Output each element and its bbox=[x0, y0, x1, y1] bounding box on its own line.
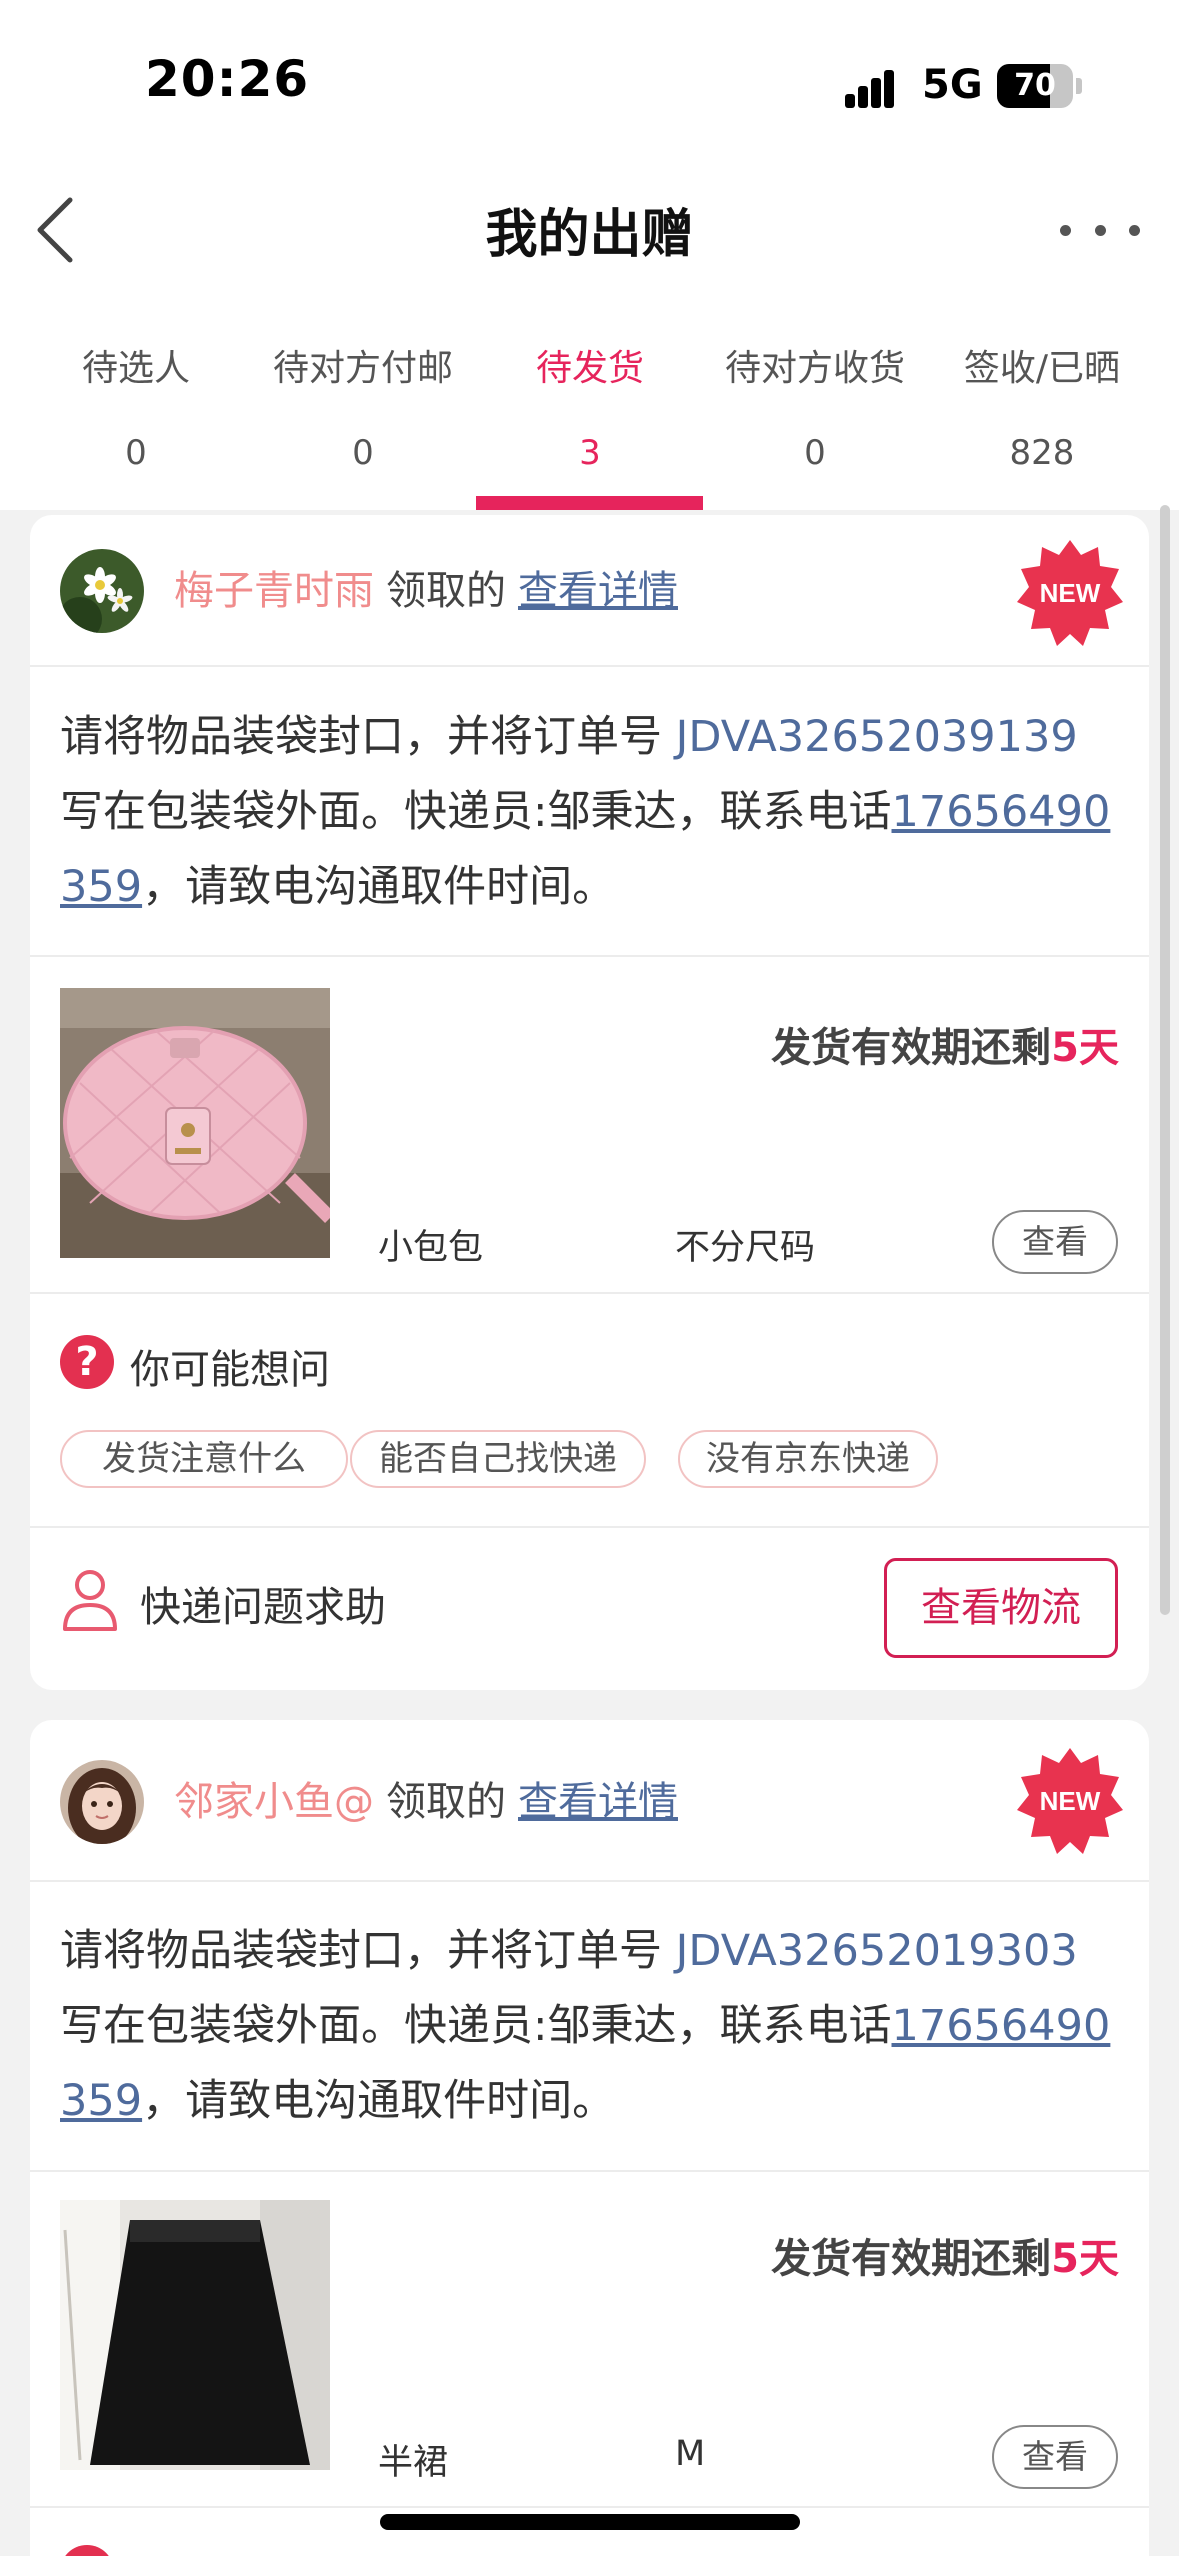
tab-count: 3 bbox=[579, 433, 601, 473]
active-tab-indicator bbox=[476, 496, 703, 510]
tab-label: 待对方付邮 bbox=[272, 348, 453, 389]
view-details-link[interactable]: 查看详情 bbox=[518, 568, 678, 614]
divider bbox=[30, 955, 1149, 957]
order-number[interactable]: JDVA32652039139 bbox=[676, 712, 1078, 762]
claim-line: 邻家小鱼@ 领取的 查看详情 bbox=[174, 1772, 678, 1832]
order-number[interactable]: JDVA32652019303 bbox=[676, 1926, 1078, 1976]
view-item-button[interactable]: 查看 bbox=[992, 2425, 1118, 2489]
scrollbar[interactable] bbox=[1160, 505, 1170, 1615]
order-card: 邻家小鱼@ 领取的 查看详情 NEW 请将物品装袋封口，并将订单号 JDVA3265… bbox=[30, 1720, 1149, 2556]
page-title: 我的出赠 bbox=[485, 205, 694, 265]
tab-pending-postage[interactable]: 待对方付邮 0 bbox=[248, 345, 478, 477]
deadline-label: 发货有效期还剩 bbox=[771, 1025, 1052, 1071]
shipping-deadline: 发货有效期还剩5天 bbox=[771, 1015, 1119, 1073]
tab-count: 828 bbox=[1009, 433, 1075, 473]
home-indicator[interactable] bbox=[380, 2514, 800, 2530]
divider bbox=[30, 2506, 1149, 2508]
avatar[interactable] bbox=[60, 1760, 144, 1844]
courier-help-link[interactable]: 快递问题求助 bbox=[140, 1573, 386, 1633]
order-card: 梅子青时雨 领取的 查看详情 NEW 请将物品装袋封口，并将订单号 JDVA3265… bbox=[30, 515, 1149, 1690]
shipping-instruction: 请将物品装袋封口，并将订单号 JDVA32652039139 写在包装袋外面。快… bbox=[60, 700, 1120, 925]
view-details-link[interactable]: 查看详情 bbox=[518, 1779, 678, 1825]
deadline-days: 5天 bbox=[1051, 2236, 1119, 2282]
instruction-text: ，请致电沟通取件时间。 bbox=[142, 862, 616, 912]
deadline-days: 5天 bbox=[1051, 1025, 1119, 1071]
faq-chip[interactable]: 没有京东快递 bbox=[678, 1430, 938, 1488]
new-badge-text: NEW bbox=[1040, 578, 1101, 608]
divider bbox=[30, 1526, 1149, 1528]
tab-count: 0 bbox=[352, 433, 374, 473]
status-time: 20:26 bbox=[145, 50, 310, 108]
item-size: 不分尺码 bbox=[675, 1228, 816, 1268]
more-button[interactable] bbox=[1060, 200, 1140, 260]
tab-pending-shipment[interactable]: 待发货 3 bbox=[475, 345, 705, 477]
tab-received[interactable]: 签收/已晒 828 bbox=[927, 345, 1157, 477]
divider bbox=[30, 665, 1149, 667]
new-badge: NEW bbox=[1015, 1746, 1125, 1856]
tab-pending-receipt[interactable]: 待对方收货 0 bbox=[700, 345, 930, 477]
divider bbox=[30, 2170, 1149, 2172]
instruction-text: 请将物品装袋封口，并将订单号 bbox=[60, 712, 676, 762]
ellipsis-icon-dot bbox=[1129, 224, 1140, 236]
claimed-label: 领取的 bbox=[386, 568, 506, 614]
divider bbox=[30, 1292, 1149, 1294]
item-thumbnail[interactable] bbox=[60, 988, 330, 1258]
tab-count: 0 bbox=[804, 433, 826, 473]
faq-chip[interactable]: 能否自己找快递 bbox=[350, 1430, 646, 1488]
tab-label: 待对方收货 bbox=[724, 348, 905, 389]
black-skirt-image bbox=[60, 2200, 330, 2470]
claimed-label: 领取的 bbox=[386, 1779, 506, 1825]
ellipsis-icon-dot bbox=[1060, 224, 1071, 236]
shipping-deadline: 发货有效期还剩5天 bbox=[771, 2226, 1119, 2284]
ellipsis-icon-dot bbox=[1094, 224, 1106, 236]
tab-label: 待发货 bbox=[535, 348, 644, 389]
item-name: 小包包 bbox=[378, 1228, 484, 1268]
item-size: M bbox=[675, 2434, 706, 2474]
claim-line: 梅子青时雨 领取的 查看详情 bbox=[174, 561, 678, 621]
network-type: 5G bbox=[922, 62, 983, 108]
signal-icon bbox=[845, 68, 907, 108]
tab-pending-selection[interactable]: 待选人 0 bbox=[21, 345, 251, 477]
tab-label: 签收/已晒 bbox=[963, 348, 1121, 389]
pink-bag-image bbox=[60, 988, 330, 1258]
person-icon bbox=[60, 1567, 120, 1633]
instruction-text: 写在包装袋外面。快递员:邹秉达，联系电话 bbox=[60, 787, 892, 837]
instruction-text: 请将物品装袋封口，并将订单号 bbox=[60, 1926, 676, 1976]
claimer-name[interactable]: 梅子青时雨 bbox=[174, 568, 374, 614]
girl-avatar-image bbox=[60, 1760, 144, 1844]
tab-label: 待选人 bbox=[81, 348, 190, 389]
flower-avatar-image bbox=[60, 549, 144, 633]
faq-chip[interactable]: 发货注意什么 bbox=[60, 1430, 348, 1488]
instruction-text: 写在包装袋外面。快递员:邹秉达，联系电话 bbox=[60, 2001, 892, 2051]
question-icon: ? bbox=[60, 1335, 114, 1389]
divider bbox=[30, 1880, 1149, 1882]
instruction-text: ，请致电沟通取件时间。 bbox=[142, 2076, 616, 2126]
faq-title: 你可能想问 bbox=[130, 1347, 330, 1393]
new-badge-text: NEW bbox=[1040, 1786, 1101, 1816]
item-thumbnail[interactable] bbox=[60, 2200, 330, 2470]
new-badge: NEW bbox=[1015, 538, 1125, 648]
battery-percent: 70 bbox=[1014, 68, 1056, 103]
battery-tip bbox=[1076, 78, 1082, 94]
deadline-label: 发货有效期还剩 bbox=[771, 2236, 1052, 2282]
tab-count: 0 bbox=[125, 433, 147, 473]
view-item-button[interactable]: 查看 bbox=[992, 1210, 1118, 1274]
item-name: 半裙 bbox=[378, 2443, 449, 2483]
view-logistics-button[interactable]: 查看物流 bbox=[884, 1558, 1118, 1658]
claimer-name[interactable]: 邻家小鱼@ bbox=[174, 1779, 374, 1825]
avatar[interactable] bbox=[60, 549, 144, 633]
shipping-instruction: 请将物品装袋封口，并将订单号 JDVA32652019303 写在包装袋外面。快… bbox=[60, 1914, 1120, 2139]
battery-icon: 70 bbox=[997, 64, 1073, 108]
